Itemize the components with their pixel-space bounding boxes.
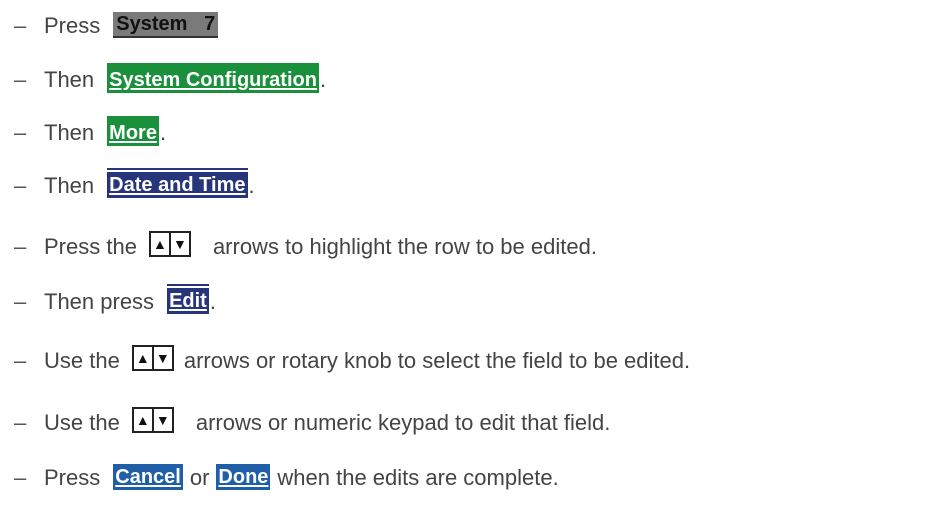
- step-more: – Then More.: [14, 113, 166, 153]
- step-text: Press the: [44, 234, 137, 259]
- bullet-dash: –: [14, 465, 27, 490]
- system-configuration-softkey: System Configuration: [107, 63, 319, 93]
- period: .: [319, 67, 327, 92]
- step-text: Then press: [44, 289, 155, 314]
- step-text: Then: [44, 173, 95, 198]
- up-down-arrow-keys-icon: ▲ ▼: [148, 231, 191, 257]
- step-highlight-row: – Press the ▲ ▼ arrows to highlight the …: [14, 227, 597, 267]
- edit-softkey: Edit: [167, 284, 209, 314]
- bullet-dash: –: [14, 67, 27, 92]
- step-text: Use the: [44, 348, 120, 373]
- date-and-time-softkey: Date and Time: [107, 168, 248, 198]
- period: .: [159, 120, 167, 145]
- done-softkey: Done: [216, 464, 271, 490]
- step-edit-field: – Use the ▲ ▼ arrows or numeric keypad t…: [14, 403, 610, 443]
- step-text: arrows or numeric keypad to edit that fi…: [195, 410, 611, 435]
- bullet-dash: –: [14, 173, 27, 198]
- down-arrow-icon: ▼: [173, 236, 187, 252]
- step-text: Then: [44, 120, 95, 145]
- system-key: System 7: [113, 12, 219, 38]
- up-arrow-icon: ▲: [153, 236, 167, 252]
- step-text: when the edits are complete.: [277, 465, 559, 490]
- bullet-dash: –: [14, 410, 27, 435]
- down-arrow-icon: ▼: [155, 412, 170, 428]
- step-system-configuration: – Then System Configuration.: [14, 60, 326, 100]
- up-arrow-icon: ▲: [135, 412, 150, 428]
- step-text: arrows or rotary knob to select the fiel…: [183, 348, 691, 373]
- step-date-and-time: – Then Date and Time.: [14, 166, 255, 206]
- bullet-dash: –: [14, 348, 27, 373]
- step-text: Then: [44, 67, 95, 92]
- down-arrow-icon: ▼: [155, 350, 170, 366]
- step-text: or: [189, 465, 210, 490]
- bullet-dash: –: [14, 120, 27, 145]
- period: .: [248, 173, 255, 198]
- step-text: arrows to highlight the row to be edited…: [212, 234, 597, 259]
- cancel-softkey: Cancel: [113, 464, 183, 490]
- bullet-dash: –: [14, 13, 27, 38]
- step-edit: – Then press Edit.: [14, 282, 216, 322]
- step-text: Use the: [44, 410, 120, 435]
- up-down-arrow-keys-icon: ▲ ▼: [131, 407, 174, 433]
- step-text: Press: [44, 13, 101, 38]
- step-press-system: – Press System 7: [14, 6, 219, 46]
- up-arrow-icon: ▲: [135, 350, 150, 366]
- more-softkey: More: [107, 116, 159, 146]
- bullet-dash: –: [14, 234, 27, 259]
- step-text: Press: [44, 465, 101, 490]
- bullet-dash: –: [14, 289, 27, 314]
- step-cancel-or-done: – Press Cancel or Done when the edits ar…: [14, 458, 559, 498]
- step-select-field: – Use the ▲ ▼ arrows or rotary knob to s…: [14, 341, 690, 381]
- period: .: [209, 289, 216, 314]
- up-down-arrow-keys-icon: ▲ ▼: [131, 345, 174, 371]
